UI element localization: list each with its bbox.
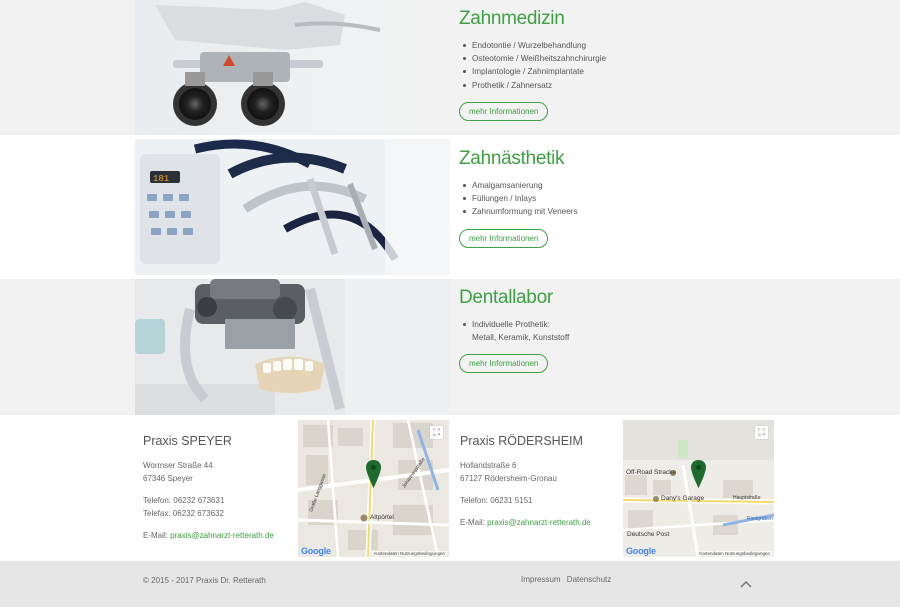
service-section-zahnmedizin: Zahnmedizin Endotontie / Wurzelbehandlun… xyxy=(0,0,900,135)
list-item: Osteotomie / Weißheitszahnchirurgie xyxy=(459,52,606,65)
service-block: Zahnästhetik Amalgamsanierung Füllungen … xyxy=(459,148,578,248)
phone: Telefon: 06232 673631 xyxy=(143,496,225,505)
phone: Telefon: 06231 5151 xyxy=(460,496,533,505)
svg-text:181: 181 xyxy=(153,174,169,184)
list-item: Implantologie / Zahnimplantate xyxy=(459,65,606,78)
service-block: Dentallabor Individuelle Prothetik: Meta… xyxy=(459,287,569,374)
map-label: Riedgraben xyxy=(747,516,773,522)
map-label: Deutsche Post xyxy=(627,531,670,538)
datenschutz-link[interactable]: Datenschutz xyxy=(567,575,611,584)
service-section-dentallabor: Dentallabor Individuelle Prothetik: Meta… xyxy=(0,279,900,415)
impressum-link[interactable]: Impressum xyxy=(521,575,561,584)
service-title: Zahnästhetik xyxy=(459,148,565,169)
copyright: © 2015 - 2017 Praxis Dr. Retterath xyxy=(143,576,266,585)
map-pin-icon[interactable] xyxy=(366,460,381,488)
list-item: Metall, Keramik, Kunststoff xyxy=(472,333,570,343)
chevron-up-icon[interactable] xyxy=(740,578,752,590)
list-item: Prothetik / Zahnersatz xyxy=(459,79,606,92)
map-label: Altpörtel xyxy=(370,514,394,521)
list-item: Amalgamsanierung xyxy=(459,179,578,192)
email-link[interactable]: praxis@zahnarzt-retterath.de xyxy=(170,531,274,540)
fullscreen-icon[interactable]: ⛶ xyxy=(755,426,768,439)
list-item: Zahnumformung mit Veneers xyxy=(459,205,578,218)
service-block: Zahnmedizin Endotontie / Wurzelbehandlun… xyxy=(459,8,606,121)
map-label: Off-Road Stracke xyxy=(626,469,677,476)
contact-title: Praxis SPEYER xyxy=(143,434,232,448)
address-city: 67346 Speyer xyxy=(143,474,193,483)
google-logo: Google xyxy=(626,546,656,556)
loupes-photo xyxy=(135,0,450,135)
list-item: Individuelle Prothetik: xyxy=(459,318,569,331)
contact-title: Praxis RÖDERSHEIM xyxy=(460,434,583,448)
contact-roedersheim: Praxis RÖDERSHEIM Hollandstraße 6 67127 … xyxy=(460,433,620,529)
map-footer[interactable]: Kartendaten Nutzungsbedingungen xyxy=(372,551,447,556)
map-label: Hauptstraße xyxy=(733,495,761,501)
address-city: 67127 Rödersheim-Gronau xyxy=(460,474,557,483)
email-label: E-Mail: xyxy=(143,531,171,540)
contact-speyer: Praxis SPEYER Wormser Straße 44 67346 Sp… xyxy=(143,433,293,542)
email-line: E-Mail: praxis@zahnarzt-retterath.de xyxy=(460,516,620,529)
service-list: Endotontie / Wurzelbehandlung Osteotomie… xyxy=(459,39,606,92)
email-line: E-Mail: praxis@zahnarzt-retterath.de xyxy=(143,529,293,542)
map-pin-icon[interactable] xyxy=(691,460,706,488)
footer-links: Impressum Datenschutz xyxy=(521,575,615,584)
map-speyer[interactable]: Altpörtel Johannesstraße Große Langgasse… xyxy=(298,420,449,557)
footer: © 2015 - 2017 Praxis Dr. Retterath Impre… xyxy=(0,561,900,607)
dental-tools-photo: 181 xyxy=(135,139,450,275)
map-roedersheim[interactable]: Off-Road Stracke Dany's Garage Deutsche … xyxy=(623,420,774,557)
service-list: Amalgamsanierung Füllungen / Inlays Zahn… xyxy=(459,179,578,219)
fullscreen-icon[interactable]: ⛶ xyxy=(430,426,443,439)
list-item: Füllungen / Inlays xyxy=(459,192,578,205)
articulator-photo xyxy=(135,279,450,415)
address-street: Hollandstraße 6 xyxy=(460,461,517,470)
list-item: Endotontie / Wurzelbehandlung xyxy=(459,39,606,52)
email-link[interactable]: praxis@zahnarzt-retterath.de xyxy=(487,518,591,527)
more-info-button[interactable]: mehr Informationen xyxy=(459,101,549,121)
fax: Telefax: 06232 673632 xyxy=(143,509,224,518)
more-info-button[interactable]: mehr Informationen xyxy=(459,354,549,374)
map-footer[interactable]: Kartendaten Nutzungsbedingungen xyxy=(697,551,772,556)
address-street: Wormser Straße 44 xyxy=(143,461,213,470)
service-title: Dentallabor xyxy=(459,287,553,308)
map-label: Dany's Garage xyxy=(661,495,705,502)
service-list: Individuelle Prothetik: Metall, Keramik,… xyxy=(459,318,569,344)
service-title: Zahnmedizin xyxy=(459,8,565,29)
service-section-zahnaesthetik: 181 Zahnästhetik Amalgamsanierung Füllun… xyxy=(0,135,900,279)
google-logo: Google xyxy=(301,546,331,556)
more-info-button[interactable]: mehr Informationen xyxy=(459,228,549,248)
email-label: E-Mail: xyxy=(460,518,488,527)
